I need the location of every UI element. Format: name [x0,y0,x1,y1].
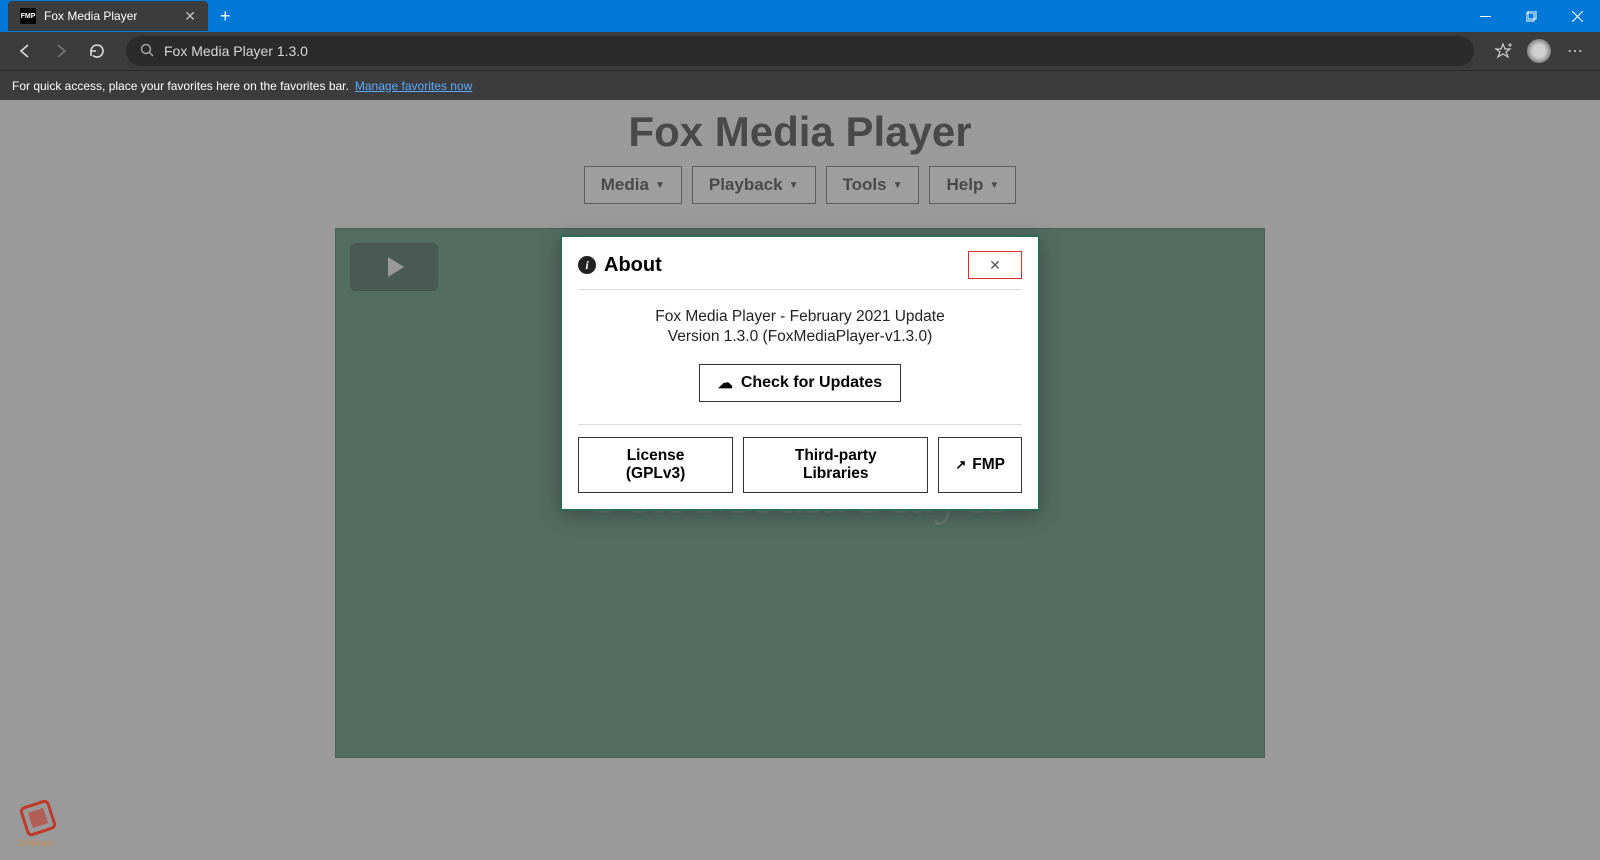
third-party-button[interactable]: Third-party Libraries [743,437,928,493]
browser-toolbar: Fox Media Player 1.3.0 ⋯ [0,32,1600,70]
back-button[interactable] [10,36,40,66]
close-tab-icon[interactable]: ✕ [184,8,196,25]
dialog-header: i About ✕ [562,237,1038,289]
dialog-body: Fox Media Player - February 2021 Update … [562,290,1038,424]
minimize-button[interactable] [1462,0,1508,32]
button-label: License (GPLv3) [595,447,716,483]
favorites-hint: For quick access, place your favorites h… [12,79,349,93]
button-label: Check for Updates [741,374,882,392]
info-icon: i [578,256,596,274]
window-titlebar: FMP Fox Media Player ✕ + [0,0,1600,32]
address-bar[interactable]: Fox Media Player 1.3.0 [126,36,1474,66]
about-dialog: i About ✕ Fox Media Player - February 20… [560,235,1040,511]
profile-avatar-icon [1527,39,1551,63]
dialog-footer: License (GPLv3) Third-party Libraries ↗ … [562,425,1038,509]
svg-text:Software: Software [18,838,54,848]
address-text: Fox Media Player 1.3.0 [164,43,308,59]
watermark-logo: Software [10,790,70,850]
dialog-title-text: About [604,254,662,277]
forward-button[interactable] [46,36,76,66]
maximize-button[interactable] [1508,0,1554,32]
tab-title: Fox Media Player [44,9,137,23]
about-line-1: Fox Media Player - February 2021 Update [578,308,1022,326]
new-tab-button[interactable]: + [208,6,243,27]
fmp-link-button[interactable]: ↗ FMP [938,437,1022,493]
about-line-2: Version 1.3.0 (FoxMediaPlayer-v1.3.0) [578,328,1022,346]
manage-favorites-link[interactable]: Manage favorites now [355,79,472,93]
external-link-icon: ↗ [955,457,966,473]
button-label: FMP [972,456,1005,474]
dialog-title: i About [578,254,662,277]
search-icon [140,43,154,60]
window-controls [1462,0,1600,32]
close-window-button[interactable] [1554,0,1600,32]
close-dialog-button[interactable]: ✕ [968,251,1022,279]
license-button[interactable]: License (GPLv3) [578,437,733,493]
profile-button[interactable] [1524,36,1554,66]
favorites-bar: For quick access, place your favorites h… [0,70,1600,100]
favorites-icon[interactable] [1488,36,1518,66]
button-label: Third-party Libraries [760,447,911,483]
more-button[interactable]: ⋯ [1560,36,1590,66]
refresh-button[interactable] [82,36,112,66]
tab-strip: FMP Fox Media Player ✕ + [0,0,243,32]
browser-tab[interactable]: FMP Fox Media Player ✕ [8,1,208,31]
check-updates-button[interactable]: ☁ Check for Updates [699,364,901,402]
cloud-download-icon: ☁ [718,374,733,392]
tab-favicon: FMP [20,8,36,24]
